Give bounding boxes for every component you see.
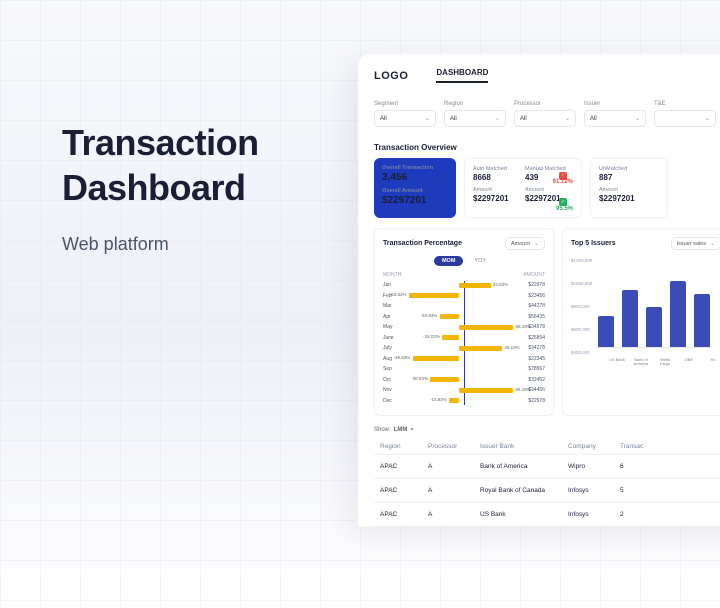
table-row[interactable]: APACAUS BankInfosys2	[374, 502, 720, 526]
filter-issuer-select[interactable]: All⌄	[584, 110, 646, 127]
panel-transaction-percentage: Transaction Percentage Amount⌄ MOM YOY M…	[374, 228, 554, 416]
filter-issuer: Issuer All⌄	[584, 101, 646, 127]
filter-processor-select[interactable]: All⌄	[514, 110, 576, 127]
toggle-mom[interactable]: MOM	[434, 256, 463, 266]
check-icon: ✓	[559, 198, 567, 206]
tp-metric-select[interactable]: Amount⌄	[505, 237, 545, 250]
toggle-yoy[interactable]: YOY	[466, 256, 494, 266]
card-matched: Auto Matched 8668 Amount $2297201 ! Manu…	[464, 158, 582, 218]
filter-segment: Segment All⌄	[374, 101, 436, 127]
chevron-down-icon: ⌄	[710, 240, 715, 247]
chevron-down-icon: ⌄	[534, 240, 539, 247]
panel-top-issuers: Top 5 Issuers Issuer sales⌄ $1200,000$10…	[562, 228, 720, 416]
issuer-bar[interactable]	[622, 290, 638, 348]
issuer-bar[interactable]	[598, 316, 614, 348]
chevron-down-icon: ▾	[410, 426, 413, 433]
hero-title: TransactionDashboard	[62, 120, 259, 210]
issuer-bar[interactable]	[646, 307, 662, 348]
filter-processor: Processor All⌄	[514, 101, 576, 127]
card-unmatched: UnMatched 887 Amount $2297201	[590, 158, 668, 218]
dashboard-app: LOGO DASHBOARD Segment All⌄ Region All⌄ …	[358, 54, 720, 526]
issuer-metric-select[interactable]: Issuer sales⌄	[671, 237, 720, 250]
chevron-down-icon: ⌄	[425, 115, 430, 122]
filter-segment-select[interactable]: All⌄	[374, 110, 436, 127]
issuer-bar[interactable]	[670, 281, 686, 348]
filter-t&e-select[interactable]: ⌄	[654, 110, 716, 127]
table-row[interactable]: APACABank of AmericaWipro6	[374, 454, 720, 478]
filter-region: Region All⌄	[444, 101, 506, 127]
chevron-down-icon: ⌄	[705, 115, 710, 122]
overview-heading: Transaction Overview	[374, 143, 720, 152]
card-overall: Overall Transaction 3,456 Overall Amount…	[374, 158, 456, 218]
logo: LOGO	[374, 70, 408, 82]
tab-dashboard[interactable]: DASHBOARD	[436, 68, 488, 83]
filter-bar: Segment All⌄ Region All⌄ Processor All⌄ …	[374, 93, 720, 135]
transactions-table: Show:LMM▾ Region Processor Issuer Bank C…	[374, 426, 720, 526]
hero: TransactionDashboard Web platform	[62, 120, 259, 255]
table-mode-select[interactable]: Show:LMM▾	[374, 426, 720, 433]
filter-t&e: T&E ⌄	[654, 101, 716, 127]
issuer-bar[interactable]	[694, 294, 710, 348]
chevron-down-icon: ⌄	[495, 115, 500, 122]
hero-subtitle: Web platform	[62, 234, 259, 255]
table-row[interactable]: APACARoyal Bank of CanadaInfosys5	[374, 478, 720, 502]
topbar: LOGO DASHBOARD	[374, 68, 720, 93]
overview-cards: Overall Transaction 3,456 Overall Amount…	[374, 158, 720, 218]
chevron-down-icon: ⌄	[635, 115, 640, 122]
filter-region-select[interactable]: All⌄	[444, 110, 506, 127]
chevron-down-icon: ⌄	[565, 115, 570, 122]
